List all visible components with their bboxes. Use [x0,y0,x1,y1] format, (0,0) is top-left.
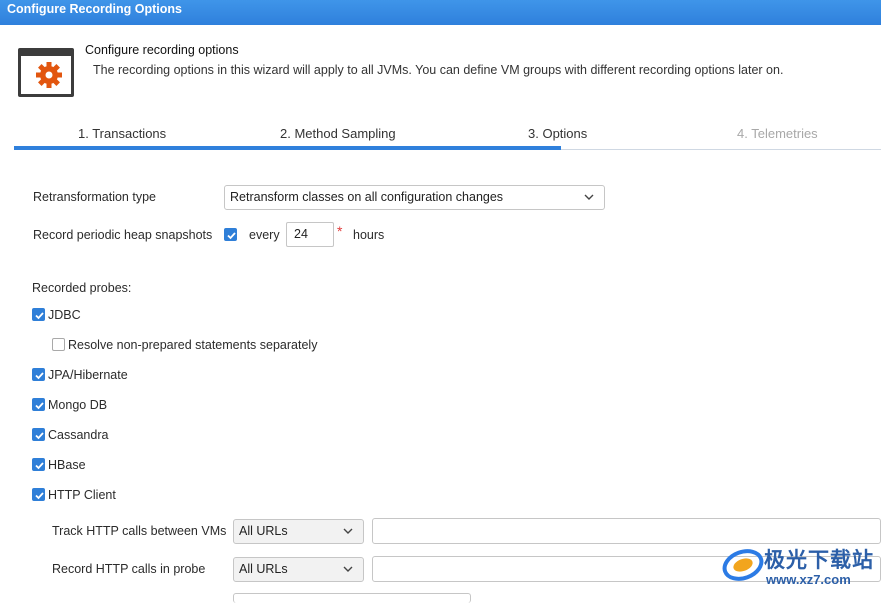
probe-jdbc-label: JDBC [48,308,81,322]
probe-jdbc-checkbox[interactable] [32,308,45,321]
tab-telemetries: 4. Telemetries [737,126,818,141]
track-http-select[interactable]: All URLs [233,519,364,544]
tab-progress-underline [14,146,561,150]
heap-interval-input[interactable]: 24 [286,222,334,247]
recorded-probes-label: Recorded probes: [32,281,132,295]
watermark-text: 极光下载站 [764,549,874,572]
hours-label: hours [353,228,385,242]
header-title: Configure recording options [85,43,239,57]
every-label: every [249,228,280,242]
probe-hbase-checkbox[interactable] [32,458,45,471]
probe-http-client-checkbox[interactable] [32,488,45,501]
chevron-down-icon [584,194,594,200]
resolve-nonprepared-label: Resolve non-prepared statements separate… [68,338,318,352]
probe-jpa-checkbox[interactable] [32,368,45,381]
track-http-value: All URLs [239,524,288,538]
retransformation-label: Retransformation type [33,190,156,204]
retransformation-value: Retransform classes on all configuration… [230,190,504,204]
retransformation-select[interactable]: Retransform classes on all configuration… [224,185,605,210]
probe-mongodb-checkbox[interactable] [32,398,45,411]
tab-method-sampling[interactable]: 2. Method Sampling [280,126,396,141]
record-http-value: All URLs [239,562,288,576]
window-title-bar: Configure Recording Options [0,0,881,25]
window-title: Configure Recording Options [7,2,182,16]
chevron-down-icon [343,566,353,572]
tab-options[interactable]: 3. Options [528,126,587,141]
track-http-label: Track HTTP calls between VMs [52,524,227,538]
heap-snapshots-label: Record periodic heap snapshots [33,228,213,242]
probe-cassandra-label: Cassandra [48,428,109,442]
header-description: The recording options in this wizard wil… [93,63,784,77]
probe-cassandra-checkbox[interactable] [32,428,45,441]
probe-jpa-label: JPA/Hibernate [48,368,128,382]
resolve-nonprepared-checkbox[interactable] [52,338,65,351]
wizard-tabs: 1. Transactions 2. Method Sampling 3. Op… [14,124,881,151]
heap-snapshots-checkbox[interactable] [224,228,237,241]
record-http-select[interactable]: All URLs [233,557,364,582]
probe-hbase-label: HBase [48,458,86,472]
chevron-down-icon [343,528,353,534]
probe-mongodb-label: Mongo DB [48,398,108,412]
watermark-url: www.xz7.com [766,572,851,587]
required-marker: * [337,223,343,239]
tab-transactions[interactable]: 1. Transactions [78,126,166,141]
record-http-label: Record HTTP calls in probe [52,562,206,576]
gear-icon [18,48,74,97]
probe-http-client-label: HTTP Client [48,488,116,502]
